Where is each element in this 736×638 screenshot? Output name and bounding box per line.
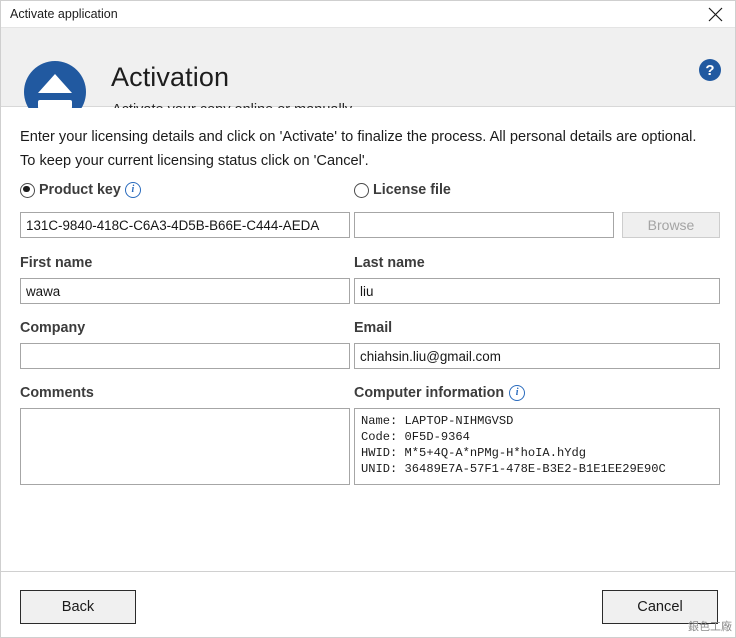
company-label: Company — [20, 320, 86, 336]
license-file-input[interactable] — [354, 212, 614, 238]
dialog-body: Enter your licensing details and click o… — [1, 108, 735, 637]
product-key-info-icon[interactable]: i — [124, 182, 141, 198]
help-icon[interactable]: ? — [699, 59, 721, 81]
email-input[interactable] — [354, 343, 720, 369]
comments-textarea[interactable] — [20, 408, 350, 485]
email-label: Email — [354, 320, 393, 336]
comments-label: Comments — [20, 385, 94, 401]
back-button[interactable]: Back — [20, 590, 136, 624]
computer-information-label: Computer information i — [354, 385, 720, 401]
radio-unselected-icon — [354, 182, 369, 198]
license-file-radio[interactable]: License file — [354, 182, 720, 198]
eject-triangle-shape — [38, 74, 72, 93]
product-key-label: Product key — [39, 182, 121, 198]
page-title: Activation — [111, 62, 230, 92]
intro-text: Enter your licensing details and click o… — [20, 129, 697, 169]
dialog-header: Activation Activate your copy online or … — [1, 28, 735, 123]
company-input[interactable] — [20, 343, 350, 369]
browse-button[interactable]: Browse — [622, 212, 720, 238]
title-bar: Activate application — [1, 1, 735, 28]
computer-information-text[interactable]: Name: LAPTOP-NIHMGVSD Code: 0F5D-9364 HW… — [354, 408, 720, 485]
license-file-label: License file — [373, 182, 451, 198]
window-title: Activate application — [10, 7, 118, 21]
activation-dialog: Activate application Activation Activate… — [0, 0, 736, 638]
radio-selected-icon — [20, 182, 35, 198]
last-name-label: Last name — [354, 255, 425, 271]
dialog-footer: Back Cancel — [1, 571, 735, 637]
computer-information-info-icon[interactable]: i — [509, 385, 526, 401]
first-name-label: First name — [20, 255, 93, 271]
close-icon — [708, 7, 722, 21]
first-name-input[interactable] — [20, 278, 350, 304]
watermark: 銀色工廠 — [688, 620, 732, 633]
close-button[interactable] — [693, 1, 735, 27]
product-key-radio[interactable]: Product key i — [20, 182, 350, 198]
last-name-input[interactable] — [354, 278, 720, 304]
product-key-input[interactable] — [20, 212, 350, 238]
